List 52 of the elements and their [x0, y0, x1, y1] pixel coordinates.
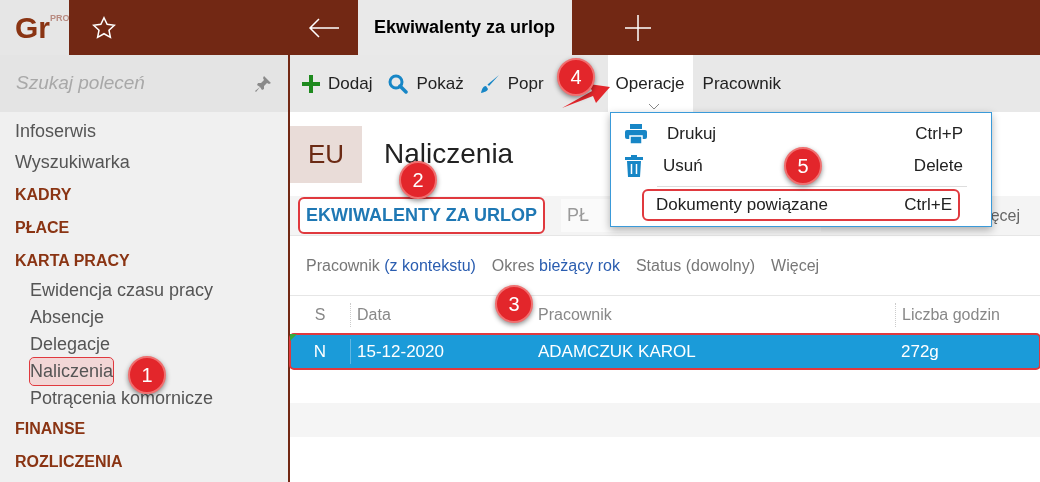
- section-header[interactable]: FINANSE: [15, 412, 86, 445]
- trash-icon: [625, 155, 643, 177]
- toolbar-button[interactable]: Dodaj: [296, 55, 379, 112]
- toolbar-button[interactable]: Pokaż: [382, 55, 470, 112]
- filter-link[interactable]: Pracownik (z kontekstu): [306, 253, 476, 278]
- menu-item[interactable]: Usuń: [663, 153, 703, 179]
- back-arrow-icon[interactable]: [308, 17, 340, 38]
- section-header[interactable]: ROZLICZENIA: [15, 445, 123, 478]
- caret-icon: [647, 103, 660, 110]
- table-cell-text: ADAMCZUK KAROL: [537, 340, 697, 363]
- step-badge: 3: [495, 285, 533, 323]
- filter-link[interactable]: Status (dowolny): [635, 253, 756, 278]
- table-cell: 15-12-2020: [350, 338, 530, 365]
- toolbar-button[interactable]: Popr: [473, 55, 550, 112]
- search-icon: [388, 73, 409, 94]
- column-header[interactable]: Liczba godzin: [902, 306, 1000, 323]
- sidebar-item[interactable]: Infoserwis: [15, 116, 97, 147]
- shortcut-label: Ctrl+P: [915, 123, 963, 146]
- table-cell-text: N: [312, 340, 328, 363]
- shortcut-label: Delete: [913, 155, 963, 178]
- more-tabs-link[interactable]: ęcej: [990, 203, 1040, 228]
- menu-item[interactable]: Drukuj: [667, 121, 717, 147]
- search-input[interactable]: Szukaj poleceń: [16, 69, 236, 98]
- sidebar-item[interactable]: Delegacje: [30, 331, 111, 358]
- table-cell-text: 272g: [900, 340, 940, 363]
- filter-link[interactable]: Więcej: [771, 253, 820, 278]
- pin-icon[interactable]: [254, 74, 272, 93]
- toolbar-button[interactable]: Operacje: [607, 55, 693, 112]
- plus-icon: [302, 74, 320, 93]
- annotation-arrow: [562, 82, 610, 110]
- star-icon[interactable]: [91, 14, 117, 41]
- section-header[interactable]: KADRY: [15, 178, 72, 211]
- section-header[interactable]: PŁACE: [15, 211, 70, 244]
- sidebar-item[interactable]: Wyszukiwarka: [15, 147, 130, 178]
- window-tab[interactable]: Ekwiwalenty za urlop: [358, 0, 572, 55]
- sidebar-item[interactable]: Ewidencja czasu pracy: [30, 277, 214, 304]
- column-header[interactable]: Pracownik: [538, 306, 612, 323]
- corner-flag-icon: [290, 334, 297, 341]
- search-field[interactable]: Szukaj poleceń: [0, 55, 288, 112]
- sidebar-item[interactable]: Naliczenia: [30, 358, 114, 385]
- tab[interactable]: EKWIWALENTY ZA URLOP: [300, 199, 543, 232]
- filter-link[interactable]: Okres bieżący rok: [491, 253, 620, 278]
- toolbar-button[interactable]: Pracownik: [696, 55, 787, 112]
- menu-item[interactable]: Dokumenty powiązane Ctrl+E: [644, 191, 958, 219]
- sidebar-item[interactable]: Absencje: [30, 304, 105, 331]
- page-badge: EU: [290, 125, 362, 183]
- column-header[interactable]: S: [314, 303, 326, 327]
- column-header[interactable]: Data: [357, 306, 391, 323]
- plus-icon[interactable]: [625, 14, 651, 41]
- brush-icon: [479, 73, 500, 94]
- section-header[interactable]: KARTA PRACY: [15, 244, 130, 277]
- printer-icon: [625, 124, 647, 144]
